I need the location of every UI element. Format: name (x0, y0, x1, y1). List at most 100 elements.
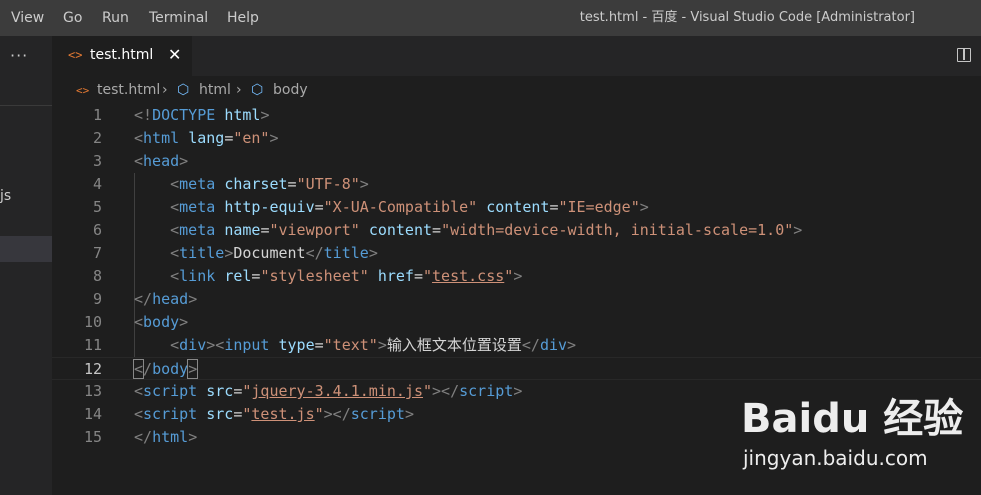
code-token: ></ (323, 405, 351, 423)
breadcrumb-separator: › (162, 82, 168, 98)
code-token: body (152, 360, 189, 378)
code-line[interactable]: 3 <head> (52, 150, 981, 173)
code-token: meta (179, 221, 216, 239)
code-token: link (179, 267, 216, 285)
code-token: "viewport" (269, 221, 360, 239)
tab-label: test.html (90, 47, 154, 63)
code-token: " (314, 405, 324, 423)
code-line[interactable]: 8 <link rel="stylesheet" href="test.css"… (52, 265, 981, 288)
code-line[interactable]: 7 <title>Document</title> (52, 242, 981, 265)
code-token: rel (224, 267, 252, 285)
code-token: script (350, 405, 405, 423)
baidu-watermark: Baidu 经验 jingyan.baidu.com (741, 386, 971, 491)
code-token: Document (233, 244, 306, 262)
code-token: script (143, 405, 198, 423)
code-line[interactable]: 1 <!DOCTYPE html> (52, 104, 981, 127)
code-token: > (359, 175, 369, 193)
code-line[interactable]: 5 <meta http-equiv="X-UA-Compatible" con… (52, 196, 981, 219)
code-token: > (187, 359, 199, 379)
menu-terminal[interactable]: Terminal (149, 0, 208, 36)
breadcrumb-file[interactable]: test.html (97, 82, 160, 98)
code-token: = (224, 129, 234, 147)
code-token: ></ (432, 382, 460, 400)
line-number: 12 (83, 360, 102, 378)
code-token: < (134, 313, 144, 331)
code-token: > (179, 313, 189, 331)
code-token: http-equiv (224, 198, 315, 216)
menu-view[interactable]: View (11, 0, 44, 36)
line-number: 9 (92, 290, 102, 308)
code-token: < (170, 267, 180, 285)
line-number: 14 (83, 405, 102, 423)
tab-bar: <> test.html ✕ (52, 36, 981, 76)
tab-test-html[interactable]: <> test.html ✕ (52, 36, 192, 76)
menu-run[interactable]: Run (102, 0, 129, 36)
code-text: <meta http-equiv="X-UA-Compatible" conte… (134, 196, 649, 219)
code-token: > (513, 382, 523, 400)
code-line[interactable]: 10 <body> (52, 311, 981, 334)
menu-go[interactable]: Go (63, 0, 82, 36)
code-text: <script src="test.js"></script> (134, 403, 414, 426)
code-token: > (404, 405, 414, 423)
code-token: href (377, 267, 414, 285)
code-token: html (224, 106, 261, 124)
html-file-icon: <> (68, 48, 83, 62)
code-token: > (188, 290, 198, 308)
code-token: / (143, 360, 153, 378)
menu-help[interactable]: Help (227, 0, 259, 36)
line-number: 8 (92, 267, 102, 285)
code-token: script (143, 382, 198, 400)
explorer-selected-item[interactable] (0, 236, 52, 262)
code-token: <! (134, 106, 153, 124)
line-number: 7 (92, 244, 102, 262)
code-token: head (152, 290, 189, 308)
close-icon[interactable]: ✕ (168, 45, 181, 64)
code-token: = (432, 221, 442, 239)
code-line[interactable]: 6 <meta name="viewport" content="width=d… (52, 219, 981, 242)
code-text: <link rel="stylesheet" href="test.css"> (134, 265, 522, 288)
code-token: 输入框文本位置设置 (386, 336, 522, 354)
code-line[interactable]: 2 <html lang="en"> (52, 127, 981, 150)
code-token: content (368, 221, 433, 239)
code-token: "IE=edge" (558, 198, 640, 216)
code-token: > (567, 336, 577, 354)
code-token: " (504, 267, 514, 285)
breadcrumb-body[interactable]: body (273, 82, 308, 98)
code-token: div (539, 336, 568, 354)
code-line[interactable]: 11 <div><input type="text">输入框文本位置设置</di… (52, 334, 981, 357)
code-text: <meta charset="UTF-8"> (134, 173, 369, 196)
code-token: > (179, 152, 189, 170)
code-token: title (323, 244, 369, 262)
code-token: title (179, 244, 225, 262)
watermark-logo: Baidu 经验 (741, 396, 964, 442)
code-token: > (269, 129, 279, 147)
explorer-file-item[interactable]: js (0, 188, 11, 204)
code-token: > (793, 221, 803, 239)
code-line[interactable]: 4 <meta charset="UTF-8"> (52, 173, 981, 196)
line-number: 13 (83, 382, 102, 400)
code-line[interactable]: 9 </head> (52, 288, 981, 311)
code-token: charset (224, 175, 288, 193)
code-token: </ (134, 428, 153, 446)
code-token: input (224, 336, 270, 354)
code-line[interactable]: 12 </body> (52, 357, 981, 380)
more-actions-icon[interactable]: ··· (10, 46, 28, 65)
explorer-sidebar: ··· js (0, 36, 52, 495)
breadcrumb-separator: › (236, 82, 242, 98)
code-text: <body> (134, 311, 188, 334)
breadcrumb-html[interactable]: html (199, 82, 231, 98)
code-token: html (152, 428, 189, 446)
code-text: <html lang="en"> (134, 127, 279, 150)
split-editor-icon[interactable] (957, 48, 971, 62)
code-token: > (188, 428, 198, 446)
code-token: > (377, 336, 387, 354)
